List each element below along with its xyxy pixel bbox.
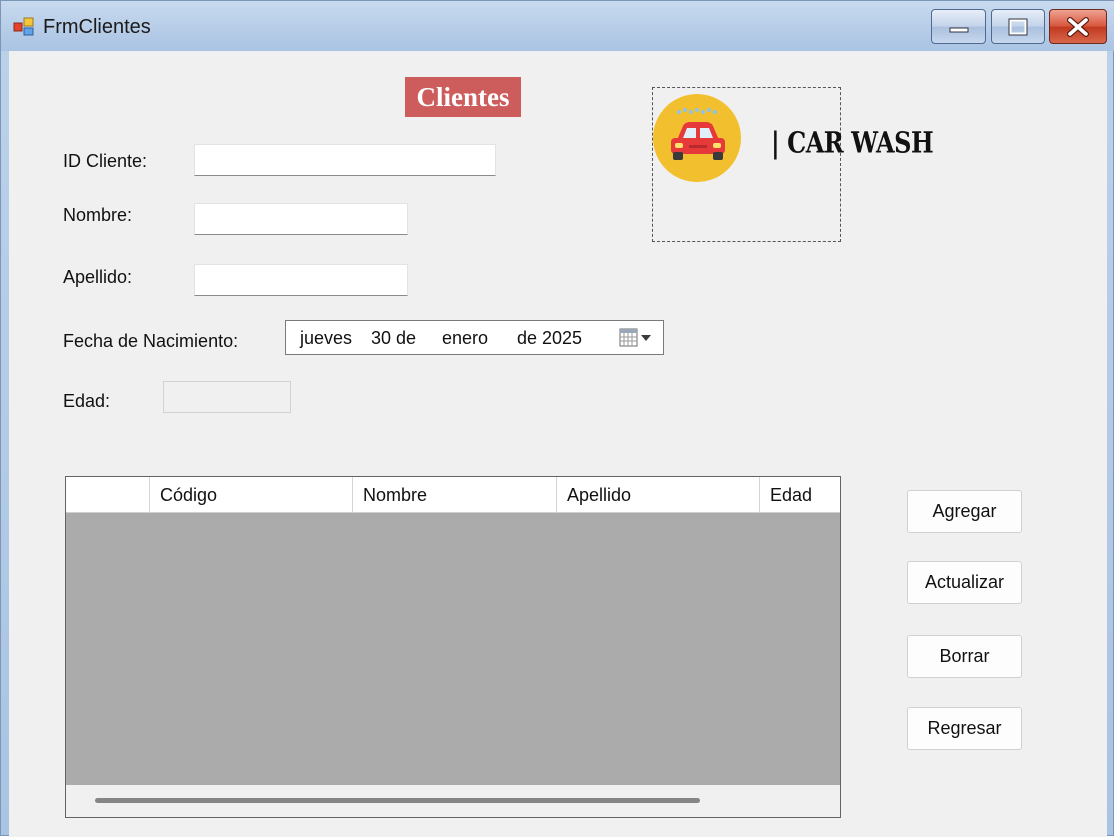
edad-field[interactable] [163, 381, 291, 413]
date-weekday[interactable]: jueves [300, 328, 352, 349]
actualizar-button[interactable]: Actualizar [907, 561, 1022, 604]
column-header-apellido[interactable]: Apellido [557, 477, 760, 513]
borrar-button[interactable]: Borrar [907, 635, 1022, 678]
clientes-grid[interactable]: Código Nombre Apellido Edad [65, 476, 841, 818]
close-button[interactable] [1049, 9, 1107, 44]
date-day[interactable]: 30 de [371, 328, 416, 349]
window-title: FrmClientes [43, 16, 151, 38]
close-icon [1067, 16, 1089, 37]
title-bar[interactable]: FrmClientes [1, 1, 1114, 51]
car-wash-logo [653, 94, 741, 182]
form-heading: Clientes [405, 77, 521, 117]
apellido-label: Apellido: [63, 267, 133, 287]
horizontal-scrollbar[interactable] [66, 785, 840, 817]
logo-picturebox [652, 87, 841, 242]
fecha-nacimiento-label: Fecha de Nacimiento: [63, 331, 239, 351]
minimize-icon [949, 27, 968, 32]
apellido-field[interactable] [194, 264, 408, 296]
brand-label: | CAR WASH [771, 125, 934, 160]
scrollbar-thumb[interactable] [95, 798, 700, 803]
row-header-column[interactable] [66, 477, 150, 513]
agregar-button[interactable]: Agregar [907, 490, 1022, 533]
minimize-button[interactable] [931, 9, 986, 44]
id-cliente-field[interactable] [194, 144, 496, 176]
grid-header: Código Nombre Apellido Edad [66, 477, 840, 513]
form-body: Clientes | CAR WASH ID Cliente: Nombre: … [9, 51, 1107, 837]
id-cliente-label: ID Cliente: [63, 151, 148, 171]
nombre-label: Nombre: [63, 205, 133, 225]
column-header-nombre[interactable]: Nombre [353, 477, 557, 513]
maximize-icon [1008, 18, 1028, 35]
fecha-nacimiento-picker[interactable]: jueves 30 de enero de 2025 [285, 320, 664, 355]
calendar-dropdown-icon[interactable] [619, 327, 655, 349]
column-header-codigo[interactable]: Código [150, 477, 353, 513]
maximize-button[interactable] [991, 9, 1045, 44]
app-form-icon [13, 17, 34, 36]
column-header-edad[interactable]: Edad [760, 477, 840, 513]
date-year[interactable]: de 2025 [517, 328, 582, 349]
nombre-field[interactable] [194, 203, 408, 235]
regresar-button[interactable]: Regresar [907, 707, 1022, 750]
form-window: FrmClientes Clientes | CAR WASH ID Clien… [0, 0, 1114, 837]
edad-label: Edad: [63, 391, 111, 411]
date-month[interactable]: enero [442, 328, 488, 349]
